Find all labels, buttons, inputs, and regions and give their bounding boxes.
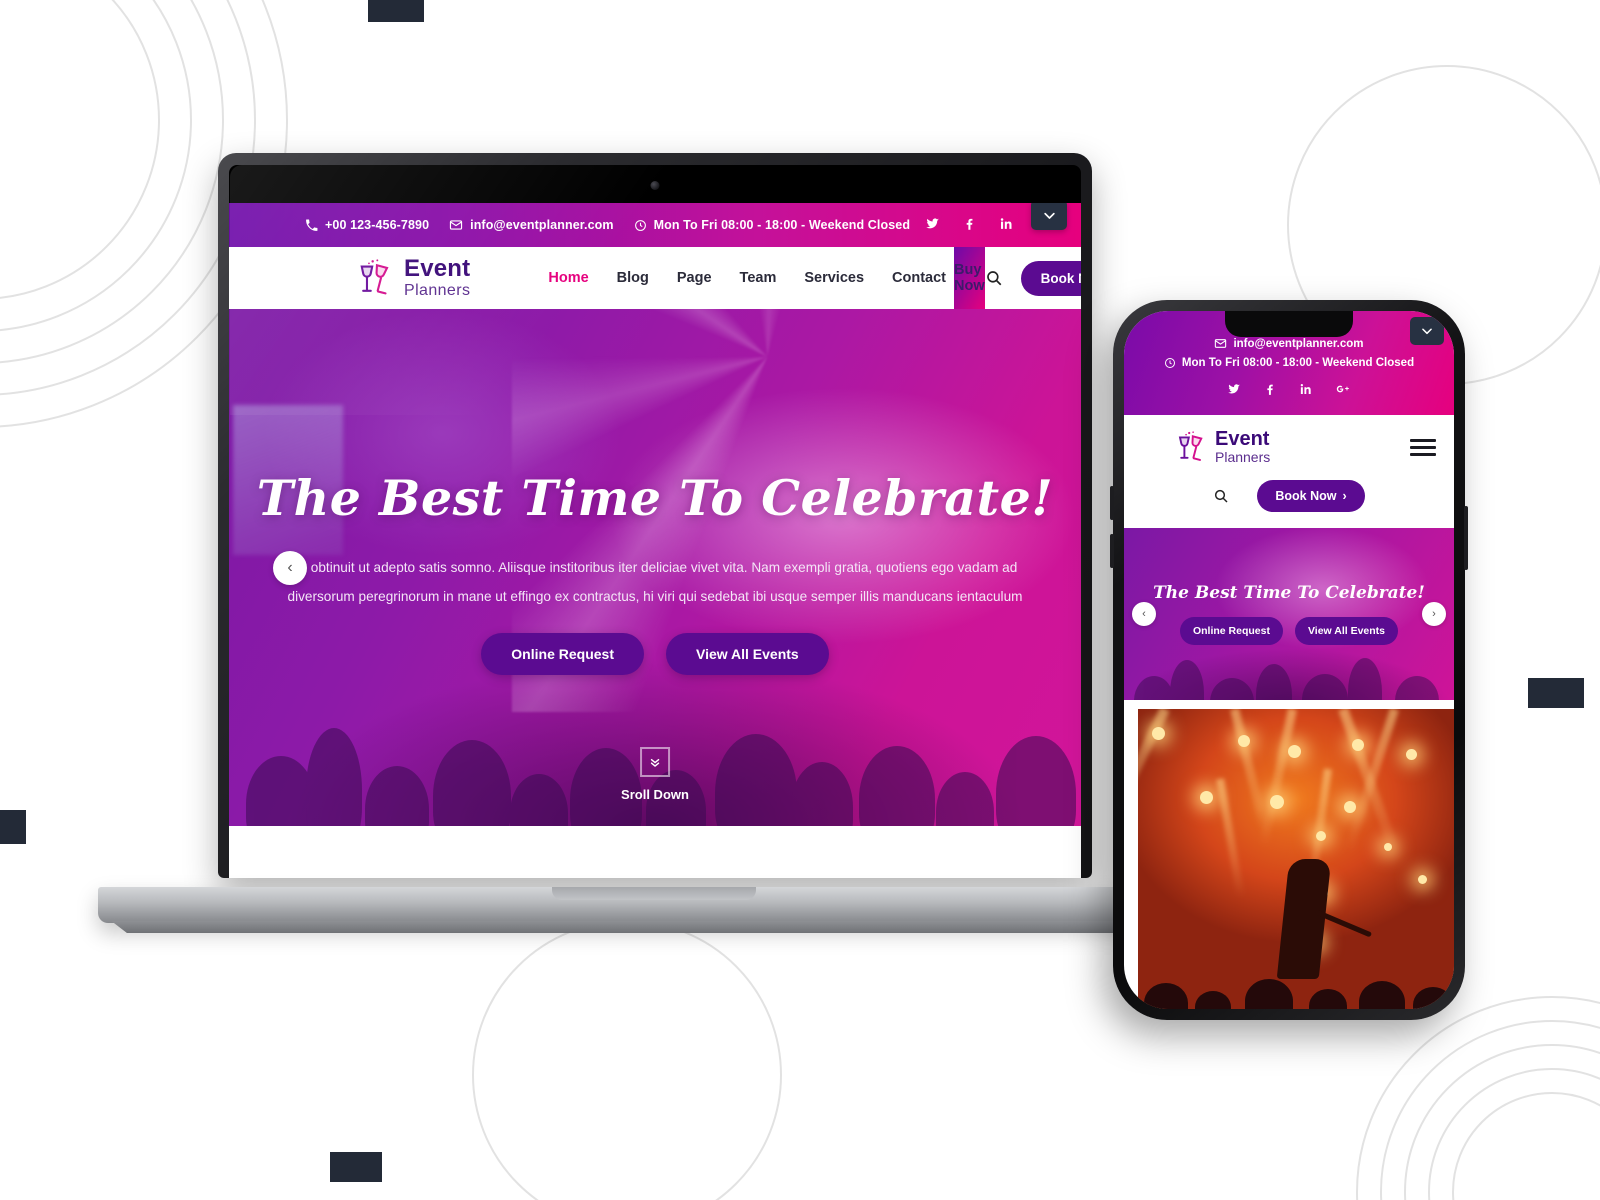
clock-icon bbox=[634, 219, 646, 231]
logo-line2: Planners bbox=[404, 282, 471, 299]
hero-paragraph: Te obtinuit ut adepto satis somno. Aliis… bbox=[287, 560, 1023, 605]
phone-icon bbox=[306, 219, 318, 231]
phone-hero-title: The Best Time To Celebrate! bbox=[1153, 582, 1425, 603]
phone-mockup: info@eventplanner.com Mon To Fri 08:00 -… bbox=[1110, 300, 1468, 1020]
phone-volume-buttons bbox=[1110, 486, 1114, 520]
topbar-email-text: info@eventplanner.com bbox=[470, 218, 614, 232]
laptop-camera bbox=[650, 181, 660, 190]
linkedin-icon[interactable] bbox=[999, 216, 1014, 234]
decor-square-right bbox=[1528, 678, 1584, 708]
phone-book-now-caret-icon: › bbox=[1342, 488, 1347, 503]
topbar-email[interactable]: info@eventplanner.com bbox=[449, 218, 614, 232]
site-navbar: Event Planners Home Blog Page Team Servi… bbox=[229, 247, 1081, 309]
laptop-bezel: +00 123-456-7890 info@eventplanner.com M… bbox=[229, 165, 1081, 878]
phone-email-text: info@eventplanner.com bbox=[1233, 337, 1364, 350]
phone-topbar-email[interactable]: info@eventplanner.com bbox=[1134, 337, 1444, 350]
phone-book-now-button[interactable]: Book Now › bbox=[1257, 479, 1365, 512]
clock-icon bbox=[1164, 358, 1175, 368]
phone-hero-content: The Best Time To Celebrate! Online Reque… bbox=[1124, 528, 1454, 700]
phone-chevron-down-badge[interactable] bbox=[1410, 317, 1444, 345]
phone-power-button bbox=[1464, 506, 1468, 570]
view-all-events-button[interactable]: View All Events bbox=[665, 633, 829, 676]
hero-section: The Best Time To Celebrate! Te obtinuit … bbox=[229, 309, 1081, 826]
nav-right-group: Book Now › bbox=[985, 260, 1081, 296]
decor-square-left bbox=[0, 810, 26, 844]
phone-hours-text: Mon To Fri 08:00 - 18:00 - Weekend Close… bbox=[1181, 357, 1415, 369]
phone-topbar-hours: Mon To Fri 08:00 - 18:00 - Weekend Close… bbox=[1134, 357, 1444, 369]
twitter-icon[interactable] bbox=[1227, 382, 1241, 399]
phone-hero-section: The Best Time To Celebrate! Online Reque… bbox=[1124, 527, 1454, 700]
topbar-hours-text: Mon To Fri 08:00 - 18:00 - Weekend Close… bbox=[653, 218, 911, 232]
online-request-button[interactable]: Online Request bbox=[481, 633, 644, 676]
nav-menu: Home Blog Page Team Services Contact bbox=[548, 270, 946, 286]
nav-item-contact[interactable]: Contact bbox=[892, 270, 946, 286]
nav-item-page[interactable]: Page bbox=[677, 270, 712, 286]
laptop-base bbox=[98, 887, 1210, 923]
carousel-prev-arrow[interactable]: ‹ bbox=[273, 550, 307, 585]
envelope-icon bbox=[1215, 339, 1227, 348]
logo[interactable]: Event Planners bbox=[357, 257, 470, 299]
decor-square-bottom bbox=[330, 1152, 382, 1182]
phone-logo-text: Event Planners bbox=[1215, 429, 1270, 466]
phone-concert-photo bbox=[1138, 708, 1454, 1009]
googleplus-icon[interactable] bbox=[1335, 382, 1351, 399]
book-now-label: Book Now bbox=[1040, 270, 1081, 286]
hero-title: The Best Time To Celebrate! bbox=[256, 469, 1054, 527]
laptop-mockup: +00 123-456-7890 info@eventplanner.com M… bbox=[98, 153, 1210, 933]
search-icon[interactable] bbox=[985, 269, 1003, 287]
scroll-down-box bbox=[639, 747, 670, 777]
phone-photo-crowd bbox=[1138, 957, 1454, 1009]
phone-hero-button-group: Online Request View All Events bbox=[1179, 616, 1399, 645]
mockup-stage: +00 123-456-7890 info@eventplanner.com M… bbox=[0, 0, 1600, 1200]
wine-glasses-logo-icon bbox=[360, 259, 389, 295]
phone-carousel-next-arrow[interactable]: › bbox=[1422, 601, 1446, 626]
phone-screen: info@eventplanner.com Mon To Fri 08:00 -… bbox=[1124, 311, 1454, 1009]
laptop-screen: +00 123-456-7890 info@eventplanner.com M… bbox=[229, 203, 1081, 878]
phone-notch bbox=[1225, 311, 1353, 337]
logo-text: Event Planners bbox=[404, 257, 470, 299]
hero-button-group: Online Request View All Events bbox=[481, 633, 829, 676]
chevron-down-icon bbox=[1422, 328, 1432, 335]
envelope-icon bbox=[450, 220, 463, 230]
nav-item-services[interactable]: Services bbox=[804, 270, 864, 286]
double-chevron-down-icon bbox=[650, 758, 660, 767]
laptop-lid: +00 123-456-7890 info@eventplanner.com M… bbox=[218, 153, 1092, 878]
book-now-button[interactable]: Book Now › bbox=[1020, 260, 1081, 296]
topbar-phone[interactable]: +00 123-456-7890 bbox=[305, 218, 429, 232]
hamburger-menu-icon[interactable] bbox=[1410, 438, 1436, 456]
twitter-icon[interactable] bbox=[925, 216, 940, 234]
phone-online-request-button[interactable]: Online Request bbox=[1179, 616, 1283, 645]
search-icon[interactable] bbox=[1213, 488, 1229, 504]
site-topbar: +00 123-456-7890 info@eventplanner.com M… bbox=[229, 203, 1081, 247]
scroll-down-label: Sroll Down bbox=[621, 787, 689, 802]
laptop-base-foot bbox=[111, 921, 1197, 933]
nav-item-team[interactable]: Team bbox=[740, 270, 777, 286]
scroll-down-indicator[interactable]: Sroll Down bbox=[621, 747, 689, 802]
phone-navbar: Event Planners Book Now › bbox=[1124, 415, 1454, 528]
wine-glasses-logo-icon bbox=[1178, 431, 1203, 462]
phone-logo[interactable]: Event Planners bbox=[1176, 429, 1270, 466]
nav-item-home[interactable]: Home bbox=[548, 270, 588, 286]
phone-social-list bbox=[1134, 382, 1444, 399]
phone-view-all-events-button[interactable]: View All Events bbox=[1294, 616, 1399, 645]
facebook-icon[interactable] bbox=[1263, 382, 1277, 399]
topbar-hours: Mon To Fri 08:00 - 18:00 - Weekend Close… bbox=[634, 218, 910, 232]
topbar-phone-text: +00 123-456-7890 bbox=[325, 218, 430, 232]
chevron-down-icon bbox=[1043, 212, 1055, 219]
facebook-icon[interactable] bbox=[962, 216, 977, 234]
logo-line1: Event bbox=[404, 255, 471, 282]
linkedin-icon[interactable] bbox=[1299, 382, 1313, 399]
phone-carousel-prev-arrow[interactable]: ‹ bbox=[1132, 601, 1156, 626]
phone-logo-line2: Planners bbox=[1215, 449, 1271, 465]
decor-square-top bbox=[368, 0, 424, 22]
phone-logo-line1: Event bbox=[1215, 428, 1270, 450]
phone-volume-down bbox=[1110, 534, 1114, 568]
nav-item-blog[interactable]: Blog bbox=[617, 270, 649, 286]
buy-now-button[interactable]: Buy Now bbox=[954, 247, 985, 309]
chevron-down-badge[interactable] bbox=[1031, 203, 1067, 230]
phone-book-now-label: Book Now bbox=[1275, 488, 1337, 503]
